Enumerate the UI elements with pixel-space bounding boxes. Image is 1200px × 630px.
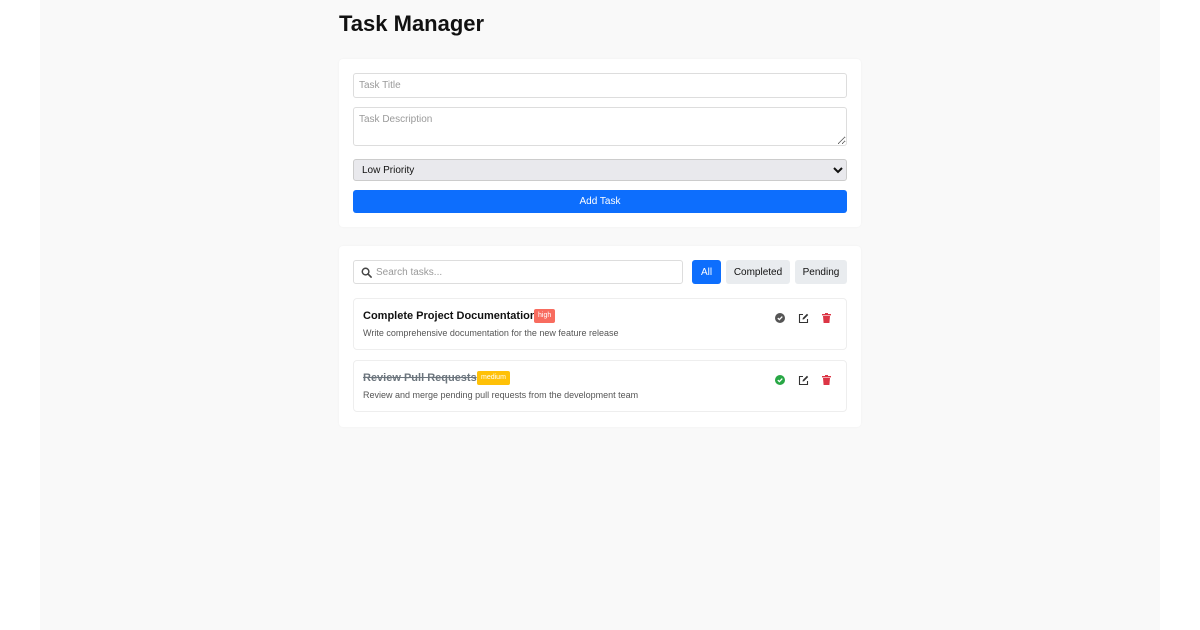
toggle-complete-button[interactable] bbox=[773, 311, 787, 325]
task-description-input[interactable] bbox=[353, 107, 847, 146]
trash-icon bbox=[821, 313, 831, 323]
priority-select[interactable]: Low Priority bbox=[353, 159, 847, 181]
task-list-card: All Completed Pending Complete Project D… bbox=[339, 246, 861, 427]
edit-task-button[interactable] bbox=[796, 373, 810, 387]
edit-icon bbox=[798, 375, 808, 385]
filter-all-button[interactable]: All bbox=[692, 260, 721, 284]
trash-icon bbox=[821, 375, 831, 385]
task-description: Write comprehensive documentation for th… bbox=[363, 328, 619, 338]
task-title-input[interactable] bbox=[353, 73, 847, 98]
priority-badge: high bbox=[534, 309, 556, 323]
delete-task-button[interactable] bbox=[819, 311, 833, 325]
delete-task-button[interactable] bbox=[819, 373, 833, 387]
task-description: Review and merge pending pull requests f… bbox=[363, 390, 639, 400]
add-task-button[interactable]: Add Task bbox=[353, 190, 847, 213]
filter-completed-button[interactable]: Completed bbox=[726, 260, 790, 284]
page-title: Task Manager bbox=[339, 11, 485, 36]
filter-pending-button[interactable]: Pending bbox=[795, 260, 847, 284]
page: Task Manager Low Priority Add Task All C… bbox=[40, 0, 1160, 630]
toggle-complete-button[interactable] bbox=[773, 373, 787, 387]
task-title: Review Pull Requests bbox=[363, 372, 477, 384]
task-form: Low Priority Add Task bbox=[339, 59, 861, 227]
search-box[interactable] bbox=[353, 260, 683, 284]
task-title: Complete Project Documentation bbox=[363, 310, 537, 322]
edit-icon bbox=[798, 313, 808, 323]
task-item: Review Pull Requests medium Review and m… bbox=[353, 360, 847, 412]
check-circle-icon bbox=[775, 375, 785, 385]
edit-task-button[interactable] bbox=[796, 311, 810, 325]
search-icon bbox=[361, 267, 372, 278]
search-input[interactable] bbox=[376, 262, 676, 282]
check-circle-icon bbox=[775, 313, 785, 323]
task-item: Complete Project Documentation high Writ… bbox=[353, 298, 847, 350]
priority-badge: medium bbox=[477, 371, 510, 385]
